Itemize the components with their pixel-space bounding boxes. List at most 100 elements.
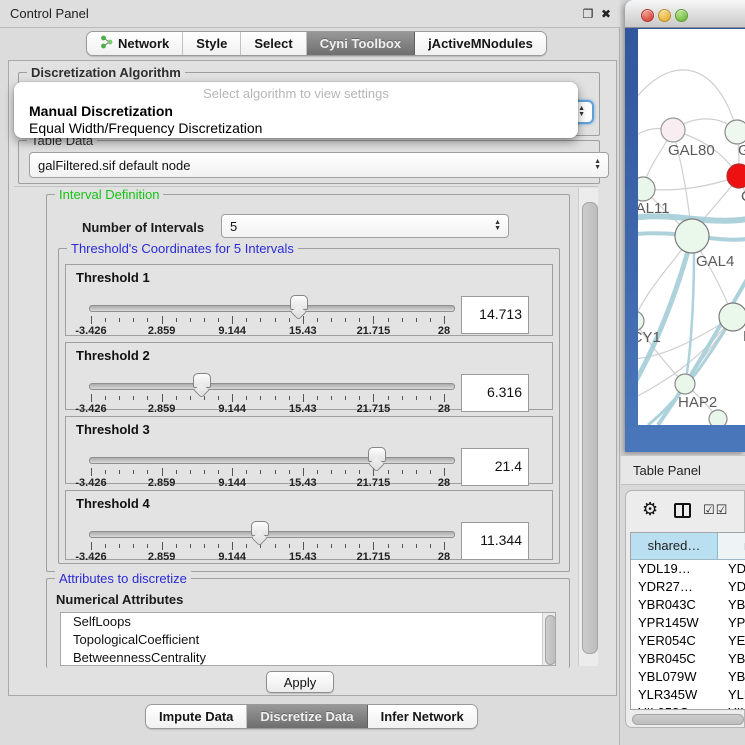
dropdown-item-manual[interactable]: Manual Discretization bbox=[14, 103, 578, 120]
table-row[interactable]: YLR345WYLR345W bbox=[631, 686, 745, 704]
tab-discretize-data[interactable]: Discretize Data bbox=[247, 705, 367, 728]
cell-shared-name[interactable]: YPR145W bbox=[631, 614, 724, 632]
threshold-3-slider[interactable]: -3.4262.8599.14415.4321.71528 bbox=[89, 417, 453, 483]
tick-label: 15.43 bbox=[289, 477, 317, 489]
cell-name[interactable]: YBR045C bbox=[724, 650, 745, 668]
cell-shared-name[interactable]: YBR043C bbox=[631, 596, 724, 614]
dropdown-prompt[interactable]: Select algorithm to view settings bbox=[14, 82, 578, 103]
cell-shared-name[interactable]: YIL052C bbox=[631, 704, 724, 710]
network-node[interactable] bbox=[709, 410, 727, 425]
cell-shared-name[interactable]: YER054C bbox=[631, 632, 724, 650]
minimize-traffic-light[interactable] bbox=[658, 9, 671, 22]
threshold-1-slider[interactable]: -3.4262.8599.14415.4321.71528 bbox=[89, 265, 453, 335]
cell-shared-name[interactable]: YDL19… bbox=[631, 560, 724, 578]
network-node[interactable] bbox=[661, 118, 685, 142]
threshold-2-value-field[interactable]: 6.316 bbox=[461, 374, 529, 412]
slider-track[interactable] bbox=[89, 383, 455, 390]
network-node[interactable] bbox=[675, 374, 695, 394]
slider-thumb[interactable] bbox=[368, 447, 386, 462]
threshold-1-value-field[interactable]: 14.713 bbox=[461, 296, 529, 334]
list-scrollbar-track[interactable] bbox=[542, 613, 555, 666]
table-hscrollbar-thumb[interactable] bbox=[632, 714, 744, 725]
numerical-attributes-list[interactable]: SelfLoopsTopologicalCoefficientBetweenne… bbox=[60, 612, 556, 666]
slider-thumb[interactable] bbox=[290, 295, 308, 310]
tab-select[interactable]: Select bbox=[241, 32, 306, 55]
checkbox-icons[interactable]: ☑☑ bbox=[703, 502, 728, 518]
cell-name[interactable]: YDR27 bbox=[724, 578, 745, 596]
table-row[interactable]: YDL19…YDL19 bbox=[631, 560, 745, 578]
list-scrollbar-thumb[interactable] bbox=[545, 615, 556, 665]
tick-label: 28 bbox=[438, 325, 450, 337]
network-node[interactable] bbox=[675, 219, 709, 253]
tab-style[interactable]: Style bbox=[183, 32, 241, 55]
network-node[interactable] bbox=[727, 164, 745, 188]
tick-label: 15.43 bbox=[289, 551, 317, 563]
slider-ticks bbox=[91, 468, 444, 476]
tick-label: 15.43 bbox=[289, 325, 317, 337]
table-row[interactable]: YPR145WYPR145W bbox=[631, 614, 745, 632]
table-row[interactable]: YER054CYER054C bbox=[631, 632, 745, 650]
close-traffic-light[interactable] bbox=[641, 9, 654, 22]
table-hscrollbar-track[interactable] bbox=[630, 713, 745, 725]
tab-cyni-toolbox[interactable]: Cyni Toolbox bbox=[307, 32, 415, 55]
number-of-intervals-combobox[interactable]: 5 ▲▼ bbox=[221, 214, 509, 238]
cell-name[interactable]: YLR345W bbox=[724, 686, 745, 704]
table-row[interactable]: YDR27…YDR27 bbox=[631, 578, 745, 596]
threshold-3-value-field[interactable]: 21.4 bbox=[461, 448, 529, 486]
threshold-4-value-field[interactable]: 11.344 bbox=[461, 522, 529, 560]
tick-label: 21.715 bbox=[357, 403, 391, 415]
cell-shared-name[interactable]: YBL079W bbox=[631, 668, 724, 686]
tab-network[interactable]: Network bbox=[87, 32, 183, 55]
cell-name[interactable]: YIL052C bbox=[724, 704, 745, 710]
slider-ticks bbox=[91, 542, 444, 550]
cell-shared-name[interactable]: YLR345W bbox=[631, 686, 724, 704]
combo-arrows-icon: ▲▼ bbox=[494, 220, 501, 232]
network-canvas[interactable]: GAL80G.CGAL11GAL4GCY1HHAP2 bbox=[638, 29, 745, 425]
slider-track[interactable] bbox=[89, 457, 455, 464]
gear-icon[interactable]: ⚙ bbox=[642, 499, 658, 520]
tick-label: -3.426 bbox=[75, 325, 106, 337]
cell-shared-name[interactable]: YBR045C bbox=[631, 650, 724, 668]
algorithm-group-title: Discretization Algorithm bbox=[27, 65, 185, 80]
float-window-icon[interactable]: ❐ bbox=[580, 6, 596, 22]
slider-thumb[interactable] bbox=[193, 373, 211, 388]
cell-name[interactable]: YPR145W bbox=[724, 614, 745, 632]
tab-impute-data[interactable]: Impute Data bbox=[146, 705, 247, 728]
network-node[interactable] bbox=[719, 303, 745, 331]
cell-name[interactable]: YBR043C bbox=[724, 596, 745, 614]
cell-name[interactable]: YER054C bbox=[724, 632, 745, 650]
cell-name[interactable]: YDL19 bbox=[724, 560, 745, 578]
tab-discretize-data-label: Discretize Data bbox=[260, 709, 353, 724]
vertical-scrollbar-track[interactable] bbox=[578, 188, 598, 666]
tab-infer-network[interactable]: Infer Network bbox=[368, 705, 477, 728]
network-node[interactable] bbox=[638, 177, 655, 201]
dropdown-item-equal-width[interactable]: Equal Width/Frequency Discretization bbox=[14, 120, 578, 137]
slider-track[interactable] bbox=[89, 305, 455, 312]
threshold-4-slider[interactable]: -3.4262.8599.14415.4321.71528 bbox=[89, 491, 453, 559]
slider-track[interactable] bbox=[89, 531, 455, 538]
attribute-list-item[interactable]: BetweennessCentrality bbox=[61, 649, 555, 666]
threshold-2-slider[interactable]: -3.4262.8599.14415.4321.71528 bbox=[89, 343, 453, 409]
table-row[interactable]: YBR045CYBR045C bbox=[631, 650, 745, 668]
table-data-combobox[interactable]: galFiltered.sif default node ▲▼ bbox=[29, 152, 609, 178]
cell-shared-name[interactable]: YDR27… bbox=[631, 578, 724, 596]
network-node[interactable] bbox=[638, 311, 644, 331]
network-window-titlebar[interactable] bbox=[625, 0, 745, 28]
split-columns-icon[interactable] bbox=[674, 503, 691, 518]
attribute-list-item[interactable]: TopologicalCoefficient bbox=[61, 631, 555, 649]
cell-name[interactable]: YBL079W bbox=[724, 668, 745, 686]
vertical-scrollbar-thumb[interactable] bbox=[582, 202, 598, 654]
attribute-list-item[interactable]: SelfLoops bbox=[61, 613, 555, 631]
close-panel-icon[interactable]: ✖ bbox=[598, 6, 614, 22]
column-header-shared-name[interactable]: shared… bbox=[631, 533, 718, 559]
apply-button[interactable]: Apply bbox=[266, 671, 334, 693]
table-row[interactable]: YBL079WYBL079W bbox=[631, 668, 745, 686]
table-row[interactable]: YIL052CYIL052C bbox=[631, 704, 745, 710]
table-row[interactable]: YBR043CYBR043C bbox=[631, 596, 745, 614]
slider-thumb[interactable] bbox=[251, 521, 269, 536]
column-header-name[interactable]: name bbox=[718, 533, 745, 559]
zoom-traffic-light[interactable] bbox=[675, 9, 688, 22]
network-view-window: GAL80G.CGAL11GAL4GCY1HHAP2 bbox=[625, 0, 745, 452]
tab-jactivemnodules[interactable]: jActiveMNodules bbox=[415, 32, 546, 55]
network-node[interactable] bbox=[725, 120, 745, 144]
